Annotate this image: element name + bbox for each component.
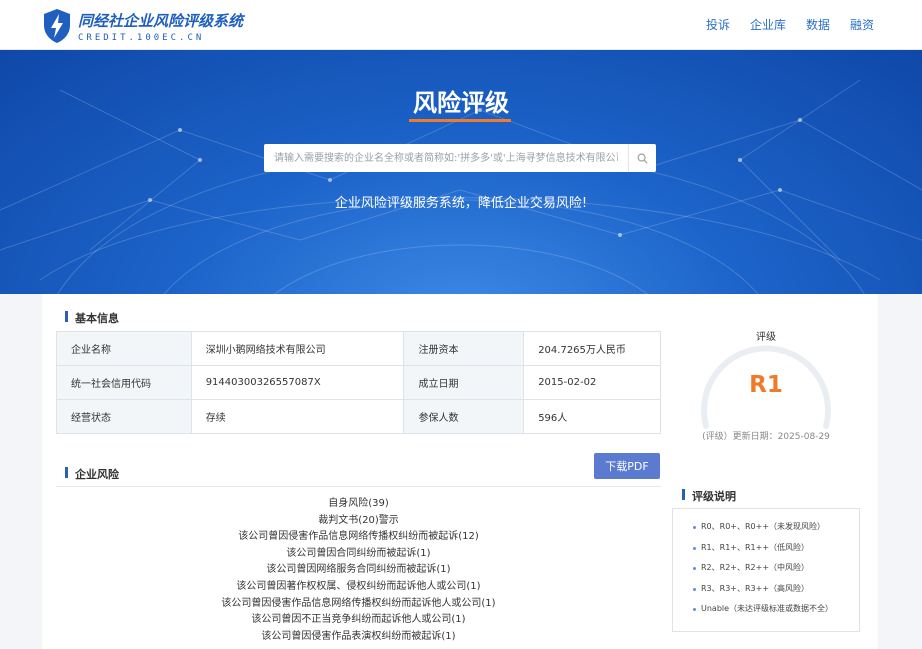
rating-legend-heading: 评级说明 <box>682 488 736 504</box>
list-item: 该公司曾因侵害作品表演权纠纷而被起诉(1) <box>261 630 456 642</box>
list-item: 该公司曾因侵害作品信息网络传播权纠纷而被起诉(12) <box>238 531 479 543</box>
company-report-card: 基本信息 企业名称 深圳小鹅网络技术有限公司 注册资本 204.7265万人民币… <box>42 294 878 649</box>
download-pdf-button[interactable]: 下载PDF <box>594 453 660 479</box>
logo-title: 同经社企业风险评级系统 <box>78 11 244 30</box>
table-cell-value: 204.7265万人民币 <box>523 331 661 366</box>
page-title: 风险评级 <box>413 89 509 117</box>
rating-legend: R0、R0+、R0++（未发现风险） R1、R1+、R1++（低风险） R2、R… <box>672 508 860 632</box>
main-nav: 投诉 企业库 数据 融资 <box>706 16 874 33</box>
nav-financing[interactable]: 融资 <box>850 16 874 33</box>
table-cell-value: 91440300326557087X <box>190 365 405 400</box>
lightning-shield-icon <box>44 9 70 43</box>
search-icon <box>637 153 648 163</box>
risk-heading: 企业风险 <box>65 466 119 482</box>
rating-update-date: (评级）更新日期：2025-08-29 <box>702 432 830 442</box>
site-logo[interactable]: 同经社企业风险评级系统 CREDIT.100EC.CN <box>42 8 243 44</box>
banner-slogan: 企业风险评级服务系统，降低企业交易风险! <box>334 196 588 211</box>
table-cell-label: 成立日期 <box>403 365 525 400</box>
list-item: 该公司曾因网络服务合同纠纷而被起诉(1) <box>266 564 451 576</box>
table-cell-value: 存续 <box>190 399 405 434</box>
table-cell-label: 企业名称 <box>56 331 192 366</box>
legend-item: R1、R1+、R1++（低风险） <box>693 538 859 559</box>
legend-item: R2、R2+、R2++（中风险） <box>693 558 859 579</box>
list-item: 该公司曾因侵害作品信息网络传播权纠纷而起诉他人或公司(1) <box>221 597 496 609</box>
list-item: 该公司曾因不正当竞争纠纷而起诉他人或公司(1) <box>251 614 466 626</box>
search-box <box>264 144 656 172</box>
search-input[interactable] <box>264 144 628 172</box>
list-item: 裁判文书(20)警示 <box>318 514 399 526</box>
table-cell-label: 参保人数 <box>403 399 525 434</box>
legend-item: Unable（未达评级标准或数据不全） <box>693 599 859 620</box>
legend-item: R0、R0+、R0++（未发现风险） <box>693 517 859 538</box>
legend-item: R3、R3+、R3++（高风险） <box>693 579 859 600</box>
search-button[interactable] <box>628 144 656 172</box>
top-navigation-bar: 同经社企业风险评级系统 CREDIT.100EC.CN 投诉 企业库 数据 融资 <box>0 0 922 50</box>
table-cell-label: 注册资本 <box>403 331 525 366</box>
table-cell-label: 经营状态 <box>56 399 192 434</box>
nav-data[interactable]: 数据 <box>806 16 830 33</box>
table-cell-value: 596人 <box>523 399 661 434</box>
risk-list: 自身风险(39) 裁判文书(20)警示 该公司曾因侵害作品信息网络传播权纠纷而被… <box>56 496 661 645</box>
section-divider <box>56 486 661 487</box>
nav-complaint[interactable]: 投诉 <box>706 16 730 33</box>
title-underline <box>409 119 511 122</box>
nav-company-library[interactable]: 企业库 <box>750 16 786 33</box>
rating-label: 评级 <box>756 332 776 343</box>
basic-info-heading: 基本信息 <box>65 310 119 326</box>
table-row: 企业名称 深圳小鹅网络技术有限公司 注册资本 204.7265万人民币 <box>56 331 661 366</box>
table-cell-value: 2015-02-02 <box>523 365 661 400</box>
basic-info-table: 企业名称 深圳小鹅网络技术有限公司 注册资本 204.7265万人民币 统一社会… <box>56 331 661 434</box>
list-item: 该公司曾因合同纠纷而被起诉(1) <box>286 547 431 559</box>
list-item: 自身风险(39) <box>328 498 389 509</box>
table-cell-value: 深圳小鹅网络技术有限公司 <box>190 331 405 366</box>
table-cell-label: 统一社会信用代码 <box>56 365 192 400</box>
logo-subtitle: CREDIT.100EC.CN <box>78 32 205 43</box>
rating-value: R1 <box>749 372 783 398</box>
rating-gauge: 评级 R1 (评级）更新日期：2025-08-29 <box>696 322 836 442</box>
table-row: 经营状态 存续 参保人数 596人 <box>56 399 661 434</box>
hero-banner: 风险评级 企业风险评级服务系统，降低企业交易风险! <box>0 50 922 294</box>
table-row: 统一社会信用代码 91440300326557087X 成立日期 2015-02… <box>56 365 661 400</box>
list-item: 该公司曾因著作权权属、侵权纠纷而起诉他人或公司(1) <box>236 580 481 592</box>
